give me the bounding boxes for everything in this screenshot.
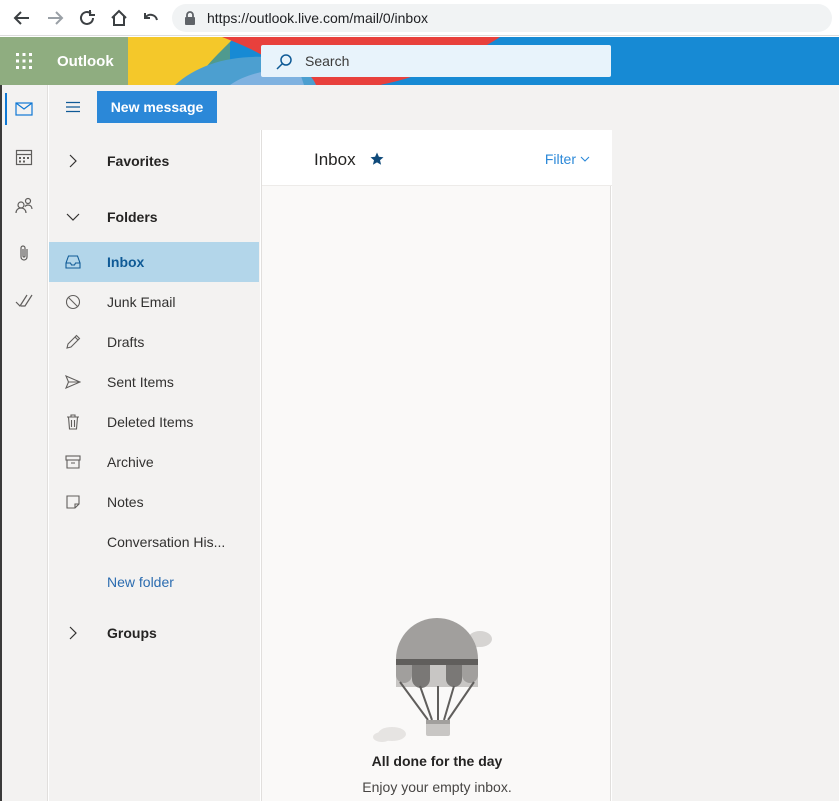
app-header: Outlook [0, 37, 839, 85]
chevron-down-icon [580, 156, 590, 162]
waffle-icon [16, 53, 32, 69]
folder-label: Drafts [107, 334, 145, 350]
folder-label: Junk Email [107, 294, 176, 310]
note-icon [63, 492, 83, 512]
search-input[interactable] [305, 45, 595, 77]
address-bar[interactable]: https://outlook.live.com/mail/0/inbox [172, 4, 832, 32]
hamburger-menu-button[interactable] [61, 95, 85, 119]
message-list: Inbox Filter All done for the day Enjoy … [261, 130, 612, 801]
archive-icon [63, 452, 83, 472]
empty-state-subtitle: Enjoy your empty inbox. [362, 779, 512, 795]
folder-pane: Favorites Folders Inbox Junk Email Draft… [49, 130, 260, 801]
app-brand[interactable]: Outlook [48, 37, 128, 85]
favorites-label: Favorites [107, 153, 170, 169]
forward-icon[interactable] [43, 6, 67, 30]
send-icon [63, 372, 83, 392]
folder-label: Conversation His... [107, 534, 226, 550]
groups-section-header[interactable]: Groups [49, 613, 259, 653]
folder-label: Inbox [107, 254, 145, 270]
mail-icon [15, 102, 33, 116]
folders-section-header[interactable]: Folders [49, 197, 259, 237]
folder-label: Notes [107, 494, 144, 510]
new-folder-link[interactable]: New folder [49, 562, 259, 602]
app-rail [0, 85, 48, 801]
filter-button[interactable]: Filter [545, 151, 590, 167]
browser-toolbar: https://outlook.live.com/mail/0/inbox [0, 0, 839, 36]
groups-label: Groups [107, 625, 157, 641]
empty-state-title: All done for the day [371, 753, 503, 769]
folder-item-sent-items[interactable]: Sent Items [49, 362, 259, 402]
favorite-star-icon[interactable] [370, 152, 384, 171]
folder-item-archive[interactable]: Archive [49, 442, 259, 482]
attachment-icon [20, 245, 28, 261]
rail-mail-button[interactable] [0, 85, 48, 133]
pencil-icon [63, 332, 83, 352]
hot-air-balloon-illustration [373, 618, 492, 742]
folder-label: Deleted Items [107, 414, 194, 430]
reload-icon[interactable] [75, 6, 99, 30]
calendar-icon [15, 149, 33, 166]
folder-item-deleted-items[interactable]: Deleted Items [49, 402, 259, 442]
home-icon[interactable] [107, 6, 131, 30]
folder-label: Archive [107, 454, 154, 470]
back-icon[interactable] [10, 6, 34, 30]
hamburger-icon [66, 101, 80, 113]
new-message-button[interactable]: New message [97, 91, 217, 123]
reading-pane [612, 130, 839, 801]
undo-icon[interactable] [139, 6, 163, 30]
url-text: https://outlook.live.com/mail/0/inbox [207, 10, 428, 26]
filter-label: Filter [544, 151, 576, 167]
rail-files-button[interactable] [0, 229, 48, 277]
search-icon [275, 53, 293, 76]
chevron-right-icon [63, 623, 83, 643]
folder-item-drafts[interactable]: Drafts [49, 322, 259, 362]
folder-label: Sent Items [107, 374, 174, 390]
todo-check-icon [15, 294, 33, 307]
folders-label: Folders [107, 209, 158, 225]
new-folder-label: New folder [107, 574, 174, 590]
rail-calendar-button[interactable] [0, 133, 48, 181]
folder-item-notes[interactable]: Notes [49, 482, 259, 522]
message-list-header: Inbox Filter [262, 130, 612, 186]
folder-item-conversation-history[interactable]: Conversation His... [49, 522, 259, 562]
favorites-section-header[interactable]: Favorites [49, 141, 259, 181]
outlook-window: https://outlook.live.com/mail/0/inbox Ou… [0, 0, 839, 801]
chevron-right-icon [63, 151, 83, 171]
rail-people-button[interactable] [0, 181, 48, 229]
app-launcher-button[interactable] [0, 37, 48, 85]
folder-item-inbox[interactable]: Inbox [49, 242, 259, 282]
rail-todo-button[interactable] [0, 277, 48, 325]
trash-icon [63, 412, 83, 432]
blocked-icon [63, 292, 83, 312]
lock-icon [184, 11, 196, 30]
search-box[interactable] [261, 45, 611, 77]
people-icon [15, 197, 33, 214]
chevron-down-icon [63, 207, 83, 227]
inbox-icon [63, 252, 83, 272]
command-bar: New message [49, 85, 839, 130]
page-title: Inbox [314, 150, 356, 169]
folder-item-junk-email[interactable]: Junk Email [49, 282, 259, 322]
